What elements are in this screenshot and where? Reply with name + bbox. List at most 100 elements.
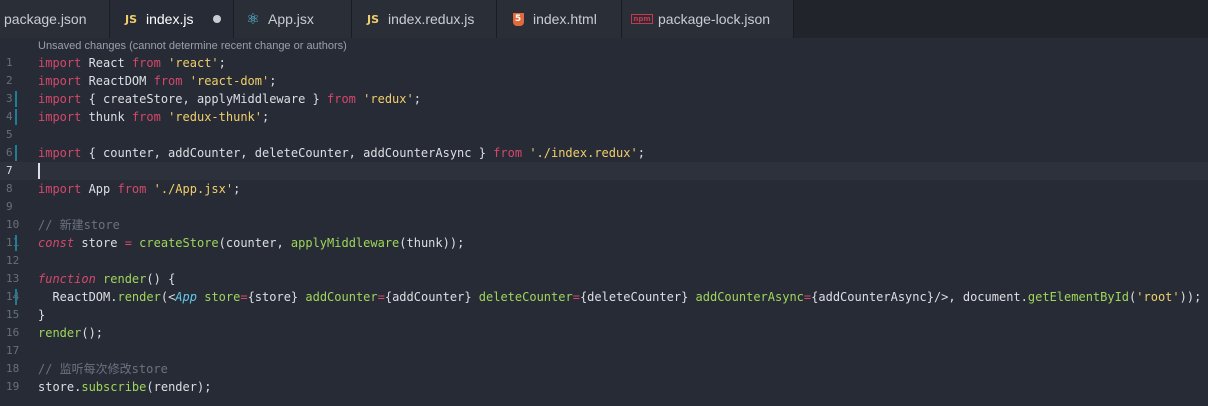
- code-token: thunk: [81, 110, 132, 124]
- tab-index-redux-js[interactable]: JS index.redux.js: [352, 0, 497, 38]
- code-line[interactable]: 19 store.subscribe(render);: [0, 378, 1208, 396]
- code-token: from: [117, 182, 147, 196]
- git-modified-marker: [15, 145, 17, 161]
- line-number: 13: [6, 272, 20, 285]
- code-line[interactable]: 1 import React from 'react';: [0, 54, 1208, 72]
- tab-label: App.jsx: [268, 11, 314, 27]
- code-token: {store}: [247, 290, 306, 304]
- code-line[interactable]: 17: [0, 342, 1208, 360]
- git-modified-marker: [15, 91, 17, 107]
- line-number: 3: [6, 92, 13, 105]
- code-token: from: [327, 92, 356, 106]
- code-token: 'react': [168, 56, 219, 70]
- code-token: ReactDOM: [81, 74, 154, 88]
- code-token: App: [81, 182, 118, 196]
- code-line[interactable]: 3 import { createStore, applyMiddleware }…: [0, 90, 1208, 108]
- code-token: =: [377, 290, 385, 304]
- tab-label: index.redux.js: [388, 11, 475, 27]
- unsaved-dot-icon[interactable]: [213, 15, 221, 23]
- tab-package-json[interactable]: package.json: [0, 0, 110, 38]
- code-line[interactable]: 13 function render() {: [0, 270, 1208, 288]
- code-token: from: [131, 56, 161, 70]
- line-number: 19: [6, 380, 20, 393]
- code-line[interactable]: 16 render();: [0, 324, 1208, 342]
- line-number: 8: [6, 182, 13, 195]
- code-text: // 新建store: [38, 216, 120, 234]
- line-number: 7: [6, 164, 13, 177]
- code-token: 'root': [1136, 290, 1180, 304]
- code-line[interactable]: 8 import App from './App.jsx';: [0, 180, 1208, 198]
- code-token: =: [572, 290, 580, 304]
- code-text: // 监听每次修改store: [38, 360, 168, 378]
- code-line[interactable]: 15}: [0, 306, 1208, 324]
- code-editor[interactable]: Unsaved changes (cannot determine recent…: [0, 38, 1208, 406]
- code-line[interactable]: 7: [0, 162, 1208, 180]
- code-text: import thunk from 'redux-thunk';: [38, 108, 269, 126]
- code-token: addCounterAsync: [695, 290, 804, 304]
- js-file-icon: JS: [366, 12, 379, 26]
- line-number: 1: [6, 56, 13, 69]
- tab-package-lock-json[interactable]: npm package-lock.json: [622, 0, 794, 38]
- code-token: from: [493, 146, 523, 160]
- code-line[interactable]: 14 ReactDOM.render(<App store={store} ad…: [0, 288, 1208, 306]
- code-token: {addCounter}: [384, 290, 479, 304]
- code-token: ));: [1179, 290, 1202, 304]
- code-token: { createStore, applyMiddleware }: [81, 92, 327, 106]
- code-text: import { createStore, applyMiddleware } …: [38, 90, 421, 108]
- tab-label: package.json: [4, 11, 87, 27]
- code-text: import { counter, addCounter, deleteCoun…: [38, 144, 645, 162]
- code-line[interactable]: 5: [0, 126, 1208, 144]
- code-token: './App.jsx': [153, 182, 234, 196]
- line-number: 14: [6, 290, 20, 303]
- code-token: applyMiddleware: [290, 236, 400, 250]
- tab-app-jsx[interactable]: ⚛ App.jsx: [234, 0, 352, 38]
- line-number: 9: [6, 200, 13, 213]
- code-token: import: [38, 74, 82, 88]
- html5-file-icon: 5: [507, 12, 529, 26]
- tab-index-html[interactable]: 5 index.html: [497, 0, 622, 38]
- git-modified-marker: [15, 289, 17, 305]
- code-token: const: [38, 236, 75, 250]
- code-line[interactable]: 9: [0, 198, 1208, 216]
- react-file-icon: ⚛: [246, 10, 260, 28]
- tab-bar: package.json JS index.js ⚛ App.jsx JS in…: [0, 0, 1208, 38]
- code-token: from: [131, 110, 161, 124]
- text-caret: [38, 163, 40, 179]
- code-token: './index.redux': [529, 146, 638, 160]
- code-line[interactable]: 10 // 新建store: [0, 216, 1208, 234]
- code-text: }: [38, 306, 45, 324]
- code-token: =: [124, 236, 132, 250]
- code-token: ;: [233, 182, 241, 196]
- code-token: =: [240, 290, 248, 304]
- code-line[interactable]: 6 import { counter, addCounter, deleteCou…: [0, 144, 1208, 162]
- code-token: (<: [160, 290, 176, 304]
- code-token: addCounter: [305, 290, 378, 304]
- code-line[interactable]: 2 import ReactDOM from 'react-dom';: [0, 72, 1208, 90]
- code-line[interactable]: 18 // 监听每次修改store: [0, 360, 1208, 378]
- code-token: import: [38, 146, 82, 160]
- code-text: render();: [38, 324, 103, 342]
- line-number: 12: [6, 254, 20, 267]
- code-token: // 新建store: [38, 218, 120, 232]
- code-line[interactable]: 12: [0, 252, 1208, 270]
- code-line[interactable]: 11 const store = createStore(counter, app…: [0, 234, 1208, 252]
- code-token: App: [175, 290, 197, 304]
- code-text: ReactDOM.render(<App store={store} addCo…: [38, 288, 1201, 306]
- tab-index-js[interactable]: JS index.js: [110, 0, 234, 38]
- code-token: 'redux': [363, 92, 414, 106]
- line-number: 6: [6, 146, 13, 159]
- code-line[interactable]: 4 import thunk from 'redux-thunk';: [0, 108, 1208, 126]
- line-number: 4: [6, 110, 13, 123]
- code-text: function render() {: [38, 270, 175, 288]
- line-number: 16: [6, 326, 20, 339]
- tab-label: index.html: [533, 11, 597, 27]
- line-number: 2: [6, 74, 13, 87]
- code-token: store.: [38, 380, 82, 394]
- code-text: const store = createStore(counter, apply…: [38, 234, 464, 252]
- code-token: (counter,: [218, 236, 291, 250]
